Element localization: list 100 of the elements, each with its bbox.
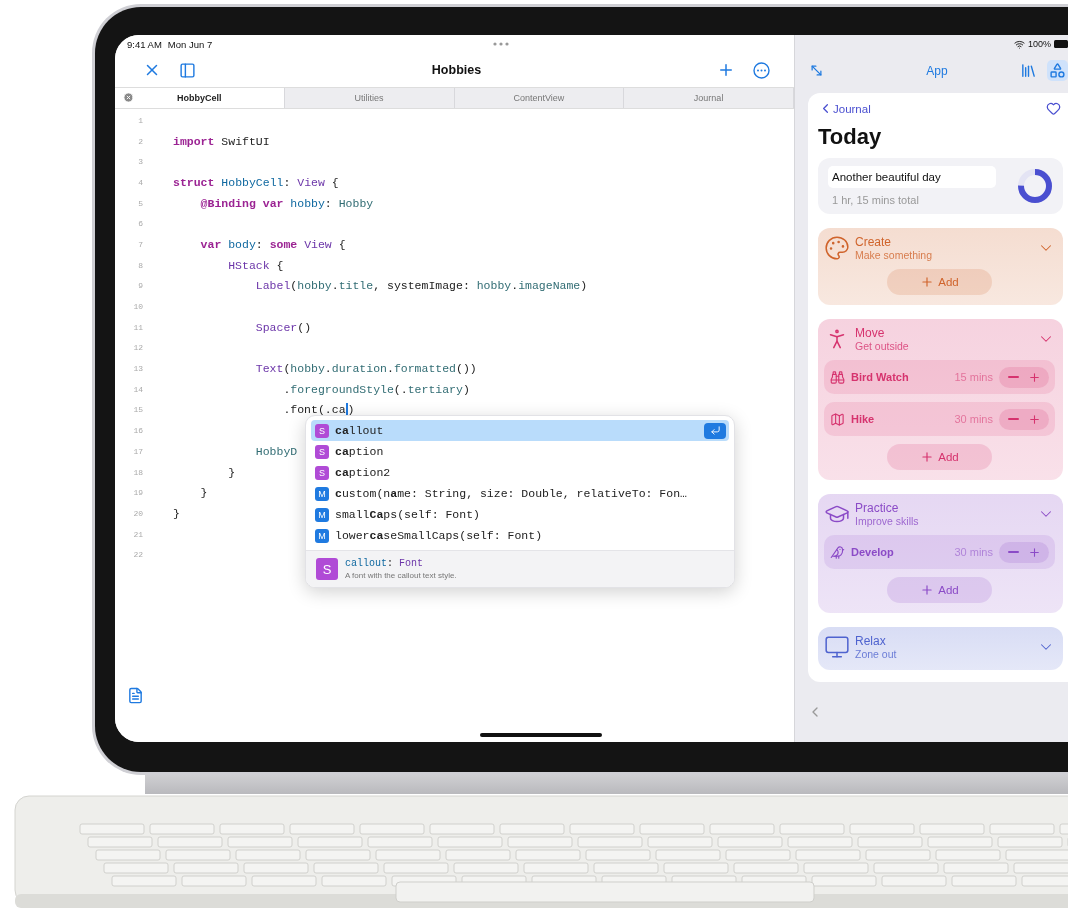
activity-name: Bird Watch bbox=[851, 371, 910, 383]
tab-close-icon[interactable] bbox=[123, 92, 134, 103]
line-number: 9 bbox=[137, 281, 143, 291]
map-icon bbox=[830, 411, 845, 427]
binoculars-icon bbox=[830, 369, 845, 385]
text-cursor bbox=[345, 402, 348, 417]
shapes-icon bbox=[1049, 62, 1066, 79]
battery-icon bbox=[1054, 40, 1068, 48]
monitor-icon bbox=[824, 634, 850, 660]
completion-item[interactable]: M lowercaseSmallCaps(self: Font) bbox=[311, 525, 729, 546]
line-number: 5 bbox=[137, 198, 143, 208]
completion-item[interactable]: S caption2 bbox=[311, 462, 729, 483]
category-title: Relax bbox=[855, 634, 887, 648]
plus-icon bbox=[1028, 412, 1041, 426]
palette-icon bbox=[824, 235, 850, 261]
diagonal-arrows-icon bbox=[809, 63, 824, 78]
code-line: @Binding var hobby: Hobby bbox=[199, 196, 374, 210]
category-subtitle: Zone out bbox=[855, 648, 898, 660]
line-number: 21 bbox=[132, 529, 143, 539]
heart-icon[interactable] bbox=[1046, 101, 1061, 116]
line-number: 11 bbox=[132, 322, 143, 332]
line-number: 8 bbox=[137, 260, 143, 270]
back-link[interactable]: Journal bbox=[818, 101, 871, 116]
status-date: Mon Jun 7 bbox=[167, 38, 213, 50]
line-number: 15 bbox=[132, 405, 143, 415]
completion-item[interactable]: M smallCaps(self: Font) bbox=[311, 504, 729, 525]
multitasking-dots-icon bbox=[493, 42, 510, 46]
return-icon bbox=[709, 425, 721, 436]
code-line: Spacer() bbox=[254, 320, 312, 334]
add-activity-button[interactable]: Add bbox=[887, 577, 992, 603]
plus-icon bbox=[920, 583, 935, 597]
activity-duration: 30 mins bbox=[954, 413, 993, 425]
completion-signature: callout: Font bbox=[345, 558, 425, 569]
status-time: 9:41 AM bbox=[127, 38, 162, 50]
code-line: Text(hobby.duration.formatted()) bbox=[254, 362, 477, 376]
plus-icon bbox=[717, 61, 735, 79]
battery-percent: 100% bbox=[1027, 39, 1051, 49]
code-line: import SwiftUI bbox=[173, 134, 270, 148]
total-time: 1 hr, 15 mins total bbox=[831, 194, 920, 206]
wifi-icon bbox=[1013, 38, 1025, 50]
category-subtitle: Improve skills bbox=[855, 515, 920, 527]
plus-icon bbox=[920, 450, 935, 464]
line-number: 22 bbox=[132, 550, 143, 560]
activity-duration: 30 mins bbox=[954, 546, 993, 558]
line-number: 10 bbox=[132, 302, 143, 312]
line-number: 1 bbox=[137, 115, 143, 125]
code-line: } bbox=[227, 465, 236, 479]
line-number: 18 bbox=[132, 467, 143, 477]
activity-duration: 15 mins bbox=[954, 371, 993, 383]
window-title: Hobbies bbox=[430, 63, 483, 77]
minus-icon bbox=[1008, 375, 1019, 378]
line-number: 20 bbox=[132, 508, 143, 518]
plus-icon bbox=[920, 275, 935, 289]
line-number: 2 bbox=[137, 136, 143, 146]
completion-item[interactable]: M custom(name: String, size: Double, relativeTo: Fon… bbox=[311, 483, 729, 504]
code-line: .font(.ca ) bbox=[282, 402, 355, 417]
code-line: var body: some View { bbox=[199, 237, 346, 251]
line-number: 4 bbox=[137, 177, 143, 187]
minus-icon bbox=[1008, 417, 1019, 420]
category-subtitle: Get outside bbox=[855, 340, 910, 352]
toolbar-button[interactable] bbox=[1047, 60, 1068, 81]
code-line: } bbox=[199, 486, 208, 500]
title-field[interactable]: Another beautiful day bbox=[828, 166, 996, 188]
category-title: Move bbox=[855, 326, 886, 340]
line-number: 7 bbox=[137, 239, 143, 249]
sidebar-icon bbox=[179, 61, 196, 79]
category-title: Create bbox=[855, 235, 893, 249]
code-line: } bbox=[173, 506, 180, 520]
code-line: HStack { bbox=[227, 258, 284, 272]
code-line: Label(hobby.title, systemImage: hobby.imageName) bbox=[254, 279, 588, 293]
category-title: Practice bbox=[855, 501, 900, 515]
bird-icon bbox=[830, 544, 845, 560]
completion-item[interactable]: S caption bbox=[311, 441, 729, 462]
line-number: 19 bbox=[132, 488, 143, 498]
line-number: 6 bbox=[137, 219, 143, 229]
line-number: 12 bbox=[132, 343, 143, 353]
activity-name: Hike bbox=[851, 413, 876, 425]
more-button[interactable] bbox=[751, 59, 772, 81]
line-number: 14 bbox=[132, 384, 143, 394]
line-number: 17 bbox=[132, 446, 143, 456]
code-line: struct HobbyCell: View { bbox=[173, 175, 339, 189]
activity-name: Develop bbox=[851, 546, 895, 558]
minus-icon bbox=[1008, 550, 1019, 553]
plus-icon bbox=[1028, 545, 1041, 559]
completion-item[interactable]: S callout bbox=[311, 420, 729, 441]
library-icon bbox=[1020, 62, 1037, 79]
code-line: .foregroundStyle(.tertiary) bbox=[282, 382, 470, 396]
line-number: 3 bbox=[137, 157, 143, 167]
more-icon bbox=[753, 61, 770, 79]
preview-title: App bbox=[925, 63, 949, 78]
plus-icon bbox=[1028, 370, 1041, 384]
code-line: HobbyD bbox=[254, 444, 298, 458]
file-tab[interactable]: HobbyCell bbox=[115, 88, 285, 108]
completion-description: A font with the callout text style. bbox=[345, 571, 457, 580]
line-number: 13 bbox=[132, 364, 143, 374]
progress-ring bbox=[1017, 168, 1053, 204]
page-heading: Today bbox=[818, 124, 883, 150]
document-icon bbox=[127, 687, 144, 704]
symbol-badge: S bbox=[316, 558, 338, 580]
category-subtitle: Make something bbox=[855, 249, 934, 261]
